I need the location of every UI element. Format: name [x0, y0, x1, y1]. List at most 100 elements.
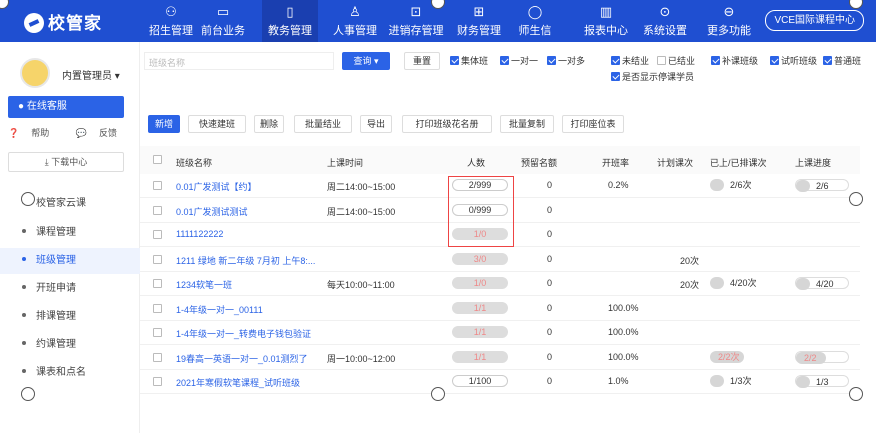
checkbox[interactable]	[657, 56, 666, 65]
chart-icon: ▥	[599, 4, 613, 19]
student-count-pill: 3/0	[452, 252, 508, 265]
class-name-link[interactable]: 0.01广发测试【约】	[176, 180, 257, 193]
row-checkbox[interactable]	[153, 377, 162, 386]
checkbox[interactable]	[500, 56, 509, 65]
row-checkbox[interactable]	[153, 279, 162, 288]
reset-button[interactable]: 重置	[404, 52, 440, 70]
checkbox[interactable]	[611, 56, 620, 65]
course-progress-bar: 4/20	[795, 277, 849, 290]
chevron-down-icon: ▾	[114, 71, 120, 82]
open-rate: 100.0%	[608, 302, 639, 313]
checkbox[interactable]	[823, 56, 832, 65]
toolbar-button-7[interactable]: 批量复制	[500, 115, 554, 133]
reserved-seats: 0	[547, 229, 553, 239]
reserved-seats: 0	[547, 327, 553, 337]
row-checkbox[interactable]	[153, 181, 162, 190]
column-header-8[interactable]: 上课进度	[795, 156, 831, 169]
avatar	[20, 58, 50, 88]
sidebar-item-6[interactable]: 约课管理	[0, 332, 140, 358]
filter-option-4[interactable]: 未结业	[611, 54, 649, 67]
resize-handle[interactable]	[849, 387, 863, 401]
class-name-link[interactable]: 1111122222	[176, 229, 223, 239]
lessons-progress-text: 2/6次	[730, 180, 752, 190]
toolbar-button-4[interactable]: 批量结业	[294, 115, 352, 133]
nav-item-9[interactable]: ⊙ 系统设置	[637, 0, 693, 42]
download-center-button[interactable]: ⤓ 下载中心	[8, 152, 124, 172]
class-name-link[interactable]: 2021年寒假软笔课程_试听班级	[176, 376, 300, 389]
feedback-link[interactable]: 💬 反馈	[76, 128, 129, 138]
checkbox[interactable]	[547, 56, 556, 65]
feedback-label: 反馈	[98, 128, 117, 138]
resize-handle[interactable]	[21, 192, 35, 206]
nav-item-label: 财务管理	[457, 25, 501, 37]
search-button[interactable]: 查询 ▾	[342, 52, 390, 70]
sidebar-item-5[interactable]: 排课管理	[0, 304, 140, 330]
checkbox[interactable]	[611, 72, 620, 81]
column-header-5[interactable]: 开班率	[602, 156, 629, 169]
select-all-checkbox[interactable]	[153, 155, 162, 164]
filter-option-3[interactable]: 一对多	[547, 54, 585, 67]
filter-option-2[interactable]: 一对一	[500, 54, 538, 67]
toolbar-button-8[interactable]: 打印座位表	[562, 115, 624, 133]
class-time: 每天10:00~11:00	[327, 280, 395, 290]
sidebar-item-2[interactable]: 课程管理	[0, 220, 140, 246]
resize-handle[interactable]	[849, 192, 863, 206]
nav-item-4[interactable]: ♙ 人事管理	[327, 0, 383, 42]
toolbar-button-1[interactable]: 新增	[148, 115, 180, 133]
nav-item-8[interactable]: ▥ 报表中心	[578, 0, 634, 42]
lessons-progress-bar: 4/20次	[710, 277, 766, 289]
help-link[interactable]: ❓ 帮助	[8, 128, 61, 138]
filter-option-1[interactable]: 集体班	[450, 54, 488, 67]
class-name-link[interactable]: 1-4年级一对一_转费电子钱包验证	[176, 327, 311, 340]
row-checkbox[interactable]	[153, 230, 162, 239]
planned-lessons: 20次	[680, 255, 700, 266]
class-name-link[interactable]: 1211 绿地 新二年级 7月初 上午8:...	[176, 254, 315, 267]
column-header-7[interactable]: 已上/已排课次	[710, 156, 767, 169]
class-name-link[interactable]: 19春高一英语一对一_0.01测烈了	[176, 352, 308, 365]
filter-option-5[interactable]: 已结业	[657, 54, 695, 67]
filter-option-9[interactable]: 是否显示停课学员	[611, 70, 694, 83]
campus-switch-button[interactable]: VCE国际课程中心	[765, 10, 864, 31]
row-checkbox[interactable]	[153, 205, 162, 215]
checkbox[interactable]	[450, 56, 459, 65]
class-name-link[interactable]: 1234软笔一班	[176, 278, 232, 291]
sidebar-item-4[interactable]: 开班申请	[0, 276, 140, 302]
class-name-link[interactable]: 1-4年级一对一_00111	[176, 303, 263, 316]
class-time: 周一10:00~12:00	[327, 353, 396, 364]
nav-item-1[interactable]: ⚇ 招生管理	[140, 0, 202, 42]
toolbar-button-5[interactable]: 导出	[360, 115, 392, 133]
reserved-seats: 0	[547, 351, 553, 362]
column-header-1[interactable]: 班级名称	[176, 156, 212, 169]
filter-option-7[interactable]: 试听班级	[770, 54, 817, 67]
nav-item-3[interactable]: ▯ 教务管理	[262, 0, 318, 42]
resize-handle[interactable]	[21, 387, 35, 401]
toolbar-button-2[interactable]: 快速建班	[188, 115, 246, 133]
student-count-pill: 1/100	[452, 375, 508, 387]
checkbox[interactable]	[770, 56, 779, 65]
row-checkbox[interactable]	[153, 254, 162, 264]
toolbar-button-3[interactable]: 删除	[254, 115, 284, 133]
nav-item-6[interactable]: ⊞ 财务管理	[451, 0, 507, 42]
filter-option-8[interactable]: 普通班	[823, 54, 861, 67]
column-header-6[interactable]: 计划课次	[657, 156, 693, 169]
row-checkbox[interactable]	[153, 328, 162, 337]
filter-option-6[interactable]: 补课班级	[711, 54, 758, 67]
nav-item-7[interactable]: ◯ 师生信	[507, 0, 563, 42]
column-header-3[interactable]: 人数	[467, 156, 485, 169]
class-name-link[interactable]: 0.01广发测试测试	[176, 205, 248, 218]
class-name-input[interactable]: 班级名称	[144, 52, 334, 70]
nav-item-2[interactable]: ▭ 前台业务	[195, 0, 251, 42]
sidebar-item-7[interactable]: 课表和点名	[0, 360, 140, 386]
checkbox[interactable]	[711, 56, 720, 65]
resize-handle[interactable]	[431, 387, 445, 401]
admin-menu[interactable]: 内置管理员 ▾	[20, 58, 130, 88]
sidebar-item-label: 开班申请	[36, 283, 76, 294]
person-icon: ♙	[349, 4, 361, 19]
nav-item-10[interactable]: ⊖ 更多功能	[701, 0, 757, 42]
online-service-button[interactable]: ● 在线客服	[8, 96, 124, 118]
app-logo[interactable]: 校管家	[24, 9, 102, 34]
row-checkbox[interactable]	[153, 352, 162, 362]
row-checkbox[interactable]	[153, 303, 162, 313]
toolbar-button-6[interactable]: 打印班级花名册	[402, 115, 492, 133]
sidebar-item-3[interactable]: 班级管理	[0, 248, 140, 274]
